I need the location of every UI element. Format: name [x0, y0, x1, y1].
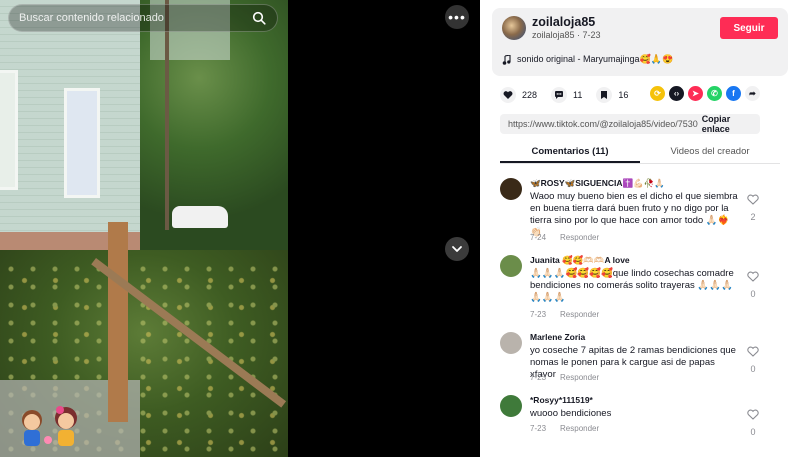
comment-like-count: 0 — [750, 289, 756, 299]
reply-button[interactable]: Responder — [560, 310, 599, 319]
avatar[interactable] — [500, 255, 522, 277]
music-title: sonido original - Maryumajinga🥰🙏😍 — [517, 54, 674, 64]
comment-meta: 7-23 Responder — [530, 373, 599, 382]
comment-date: 7-23 — [530, 310, 547, 319]
link-bar: https://www.tiktok.com/@zoilaloja85/vide… — [500, 114, 760, 134]
comment-text: wuooo bendiciones — [530, 408, 612, 419]
repost-icon[interactable]: ⟳ — [650, 86, 665, 101]
share-icons: ⟳ ‹› ➤ ✆ f ➦ — [650, 86, 760, 101]
tab-creator-videos[interactable]: Videos del creador — [640, 142, 780, 163]
save-count: 16 — [618, 90, 629, 100]
comment-like[interactable]: 0 — [746, 344, 760, 374]
comment-date: 7-24 — [530, 233, 547, 242]
video-player[interactable]: ••• — [0, 0, 480, 457]
bookmark-icon[interactable] — [596, 87, 613, 103]
cartoon-sticker — [22, 406, 77, 446]
whatsapp-icon[interactable]: ✆ — [707, 86, 722, 101]
scene-window — [0, 70, 18, 190]
reply-button[interactable]: Responder — [560, 233, 599, 242]
comment-action[interactable]: 11 — [551, 87, 582, 103]
tabs: Comentarios (11) Videos del creador — [500, 142, 780, 164]
tab-comments[interactable]: Comentarios (11) — [500, 142, 640, 163]
heart-outline-icon[interactable] — [747, 271, 759, 282]
share-icon[interactable]: ➦ — [745, 86, 760, 101]
heart-outline-icon[interactable] — [747, 409, 759, 420]
comment-text: Waoo muy bueno bien es el dicho el que s… — [530, 191, 738, 238]
creator-handle-date: zoilaloja85 · 7-23 — [532, 30, 601, 40]
like-count: 228 — [522, 90, 538, 100]
more-icon: ••• — [448, 9, 466, 25]
comment-meta: 7-24 Responder — [530, 233, 599, 242]
video-frame[interactable] — [0, 0, 288, 457]
comment-username[interactable]: Marlene Zoria — [530, 332, 585, 342]
comment-username[interactable]: *Rosyy*111519* — [530, 395, 593, 405]
heart-outline-icon[interactable] — [747, 194, 759, 205]
search-input[interactable] — [19, 12, 251, 24]
tiktok-video-page: ••• zoilaloja85 zoilaloja85 · 7-23 Segui… — [0, 0, 800, 457]
avatar[interactable] — [500, 178, 522, 200]
comment-like[interactable]: 0 — [746, 269, 760, 299]
scene-fence-post — [108, 222, 128, 422]
save-action[interactable]: 16 — [596, 87, 628, 103]
comment-like[interactable]: 0 — [746, 407, 760, 437]
reply-button[interactable]: Responder — [560, 424, 599, 433]
avatar[interactable] — [500, 332, 522, 354]
comment-icon[interactable] — [551, 87, 568, 103]
like-action[interactable]: 228 — [500, 87, 537, 103]
facebook-icon[interactable]: f — [726, 86, 741, 101]
search-icon[interactable] — [251, 10, 267, 26]
comment-meta: 7-23 Responder — [530, 310, 599, 319]
comment-like[interactable]: 2 — [746, 192, 760, 222]
reply-button[interactable]: Responder — [560, 373, 599, 382]
heart-icon[interactable] — [500, 87, 516, 103]
comment-username[interactable]: Juanita 🥰🥰🫶🏻🫶🏻A love — [530, 255, 630, 266]
side-panel: zoilaloja85 zoilaloja85 · 7-23 Seguir so… — [480, 0, 800, 457]
comment-text: 🙏🏻🙏🏻🙏🏻🥰🥰🥰🥰que lindo cosechas comadre ben… — [530, 268, 734, 303]
creator-card: zoilaloja85 zoilaloja85 · 7-23 Seguir so… — [492, 8, 788, 76]
chevron-down-icon — [452, 246, 462, 252]
send-icon[interactable]: ➤ — [688, 86, 703, 101]
comment-count: 11 — [573, 90, 583, 100]
search-bar[interactable] — [8, 4, 278, 32]
music-row[interactable]: sonido original - Maryumajinga🥰🙏😍 — [502, 54, 673, 65]
follow-button[interactable]: Seguir — [720, 17, 778, 39]
avatar[interactable] — [500, 395, 522, 417]
scene-pole — [165, 0, 169, 230]
more-options-button[interactable]: ••• — [445, 5, 469, 29]
scene-car — [172, 206, 228, 228]
heart-outline-icon[interactable] — [747, 346, 759, 357]
creator-name[interactable]: zoilaloja85 — [532, 15, 595, 29]
copy-link-button[interactable]: Copiar enlace — [698, 114, 760, 134]
video-link[interactable]: https://www.tiktok.com/@zoilaloja85/vide… — [500, 119, 698, 129]
comment-like-count: 2 — [750, 212, 756, 222]
comment-like-count: 0 — [750, 364, 756, 374]
comment-like-count: 0 — [750, 427, 756, 437]
embed-code-icon[interactable]: ‹› — [669, 86, 684, 101]
music-note-icon — [502, 54, 511, 65]
comment-username[interactable]: 🦋ROSY🦋SIGUENCIA✝️💪🏻🥀🙏🏻 — [530, 178, 665, 189]
scene-window — [64, 88, 100, 198]
comment-date: 7-23 — [530, 424, 547, 433]
next-video-button[interactable] — [445, 237, 469, 261]
avatar[interactable] — [502, 16, 526, 40]
comment-date: 7-23 — [530, 373, 547, 382]
comment-meta: 7-23 Responder — [530, 424, 599, 433]
